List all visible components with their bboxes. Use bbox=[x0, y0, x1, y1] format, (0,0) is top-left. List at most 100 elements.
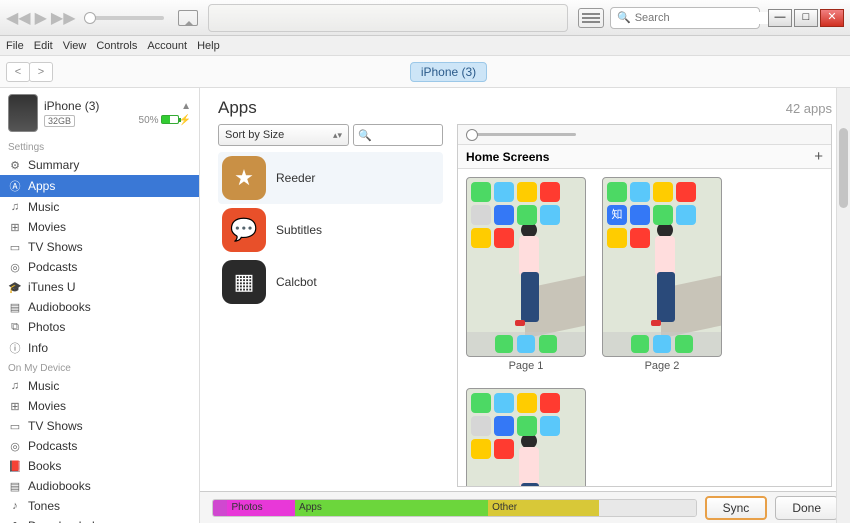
audiobooks-icon: ▤ bbox=[8, 301, 22, 314]
page-label: Page 1 bbox=[466, 360, 586, 372]
play-icon[interactable]: ▶ bbox=[35, 8, 47, 28]
sidebar-item-podcasts[interactable]: ◎Podcasts bbox=[0, 436, 199, 456]
sync-button[interactable]: Sync bbox=[705, 496, 768, 520]
minimize-button[interactable]: — bbox=[768, 9, 792, 27]
sidebar-item-label: Books bbox=[28, 459, 61, 473]
sidebar-item-movies[interactable]: ⊞Movies bbox=[0, 396, 199, 416]
movies-icon: ⊞ bbox=[8, 221, 22, 234]
scrollbar[interactable] bbox=[836, 88, 850, 523]
menu-edit[interactable]: Edit bbox=[34, 40, 53, 52]
downloaded-icon: ⬇ bbox=[8, 520, 22, 523]
app-search-input[interactable]: 🔍 bbox=[353, 124, 443, 146]
audiobooks-icon: ▤ bbox=[8, 480, 22, 493]
app-icon: ★ bbox=[222, 156, 266, 200]
app-row-reeder[interactable]: ★ Reeder bbox=[218, 152, 443, 204]
home-screens-title: Home Screens bbox=[466, 150, 549, 164]
sidebar-item-label: Apps bbox=[28, 179, 55, 193]
menu-account[interactable]: Account bbox=[147, 40, 187, 52]
next-icon[interactable]: ▶▶ bbox=[51, 8, 76, 28]
menu-file[interactable]: File bbox=[6, 40, 24, 52]
movies-icon: ⊞ bbox=[8, 400, 22, 413]
storage-bar: PhotosAppsOther bbox=[212, 499, 697, 517]
search-input[interactable]: 🔍 bbox=[610, 7, 760, 29]
device-header[interactable]: iPhone (3) 32GB ▲ 50%⚡ bbox=[0, 88, 199, 138]
airplay-icon[interactable] bbox=[178, 10, 198, 26]
search-icon: 🔍 bbox=[358, 129, 372, 142]
page-title: Apps bbox=[218, 98, 257, 118]
list-view-icon[interactable] bbox=[578, 8, 604, 28]
home-screen-page[interactable]: 知Page 2 bbox=[602, 177, 722, 372]
books-icon: 📕 bbox=[8, 460, 22, 473]
scrollbar-thumb[interactable] bbox=[839, 128, 848, 208]
close-button[interactable]: ✕ bbox=[820, 9, 844, 27]
itunes-u-icon: 🎓 bbox=[8, 281, 22, 294]
sidebar-item-movies[interactable]: ⊞Movies bbox=[0, 217, 199, 237]
menu-view[interactable]: View bbox=[63, 40, 87, 52]
sidebar-item-info[interactable]: ⓘInfo bbox=[0, 337, 199, 359]
sidebar-item-tones[interactable]: ♪Tones bbox=[0, 496, 199, 516]
sidebar-item-books[interactable]: 📕 Books bbox=[0, 456, 199, 476]
done-button[interactable]: Done bbox=[775, 496, 838, 520]
search-icon: 🔍 bbox=[617, 11, 631, 24]
sidebar-item-summary[interactable]: ⚙ Summary bbox=[0, 155, 199, 175]
apps-column: Sort by Size ▴▾ 🔍 ★ Reeder 💬Subtitles▦Calc… bbox=[218, 124, 443, 487]
lcd-display bbox=[208, 4, 568, 32]
add-page-button[interactable]: + bbox=[814, 148, 823, 165]
bottom-bar: PhotosAppsOther Sync Done bbox=[200, 491, 850, 523]
sidebar-item-photos[interactable]: ⧉Photos bbox=[0, 317, 199, 337]
storage-segment-other: Other bbox=[488, 500, 599, 516]
zoom-slider[interactable] bbox=[466, 133, 576, 136]
sidebar-item-label: Music bbox=[28, 200, 59, 214]
window-controls: — □ ✕ bbox=[768, 9, 844, 27]
sidebar-item-audiobooks[interactable]: ▤Audiobooks bbox=[0, 297, 199, 317]
app-row-calcbot[interactable]: ▦Calcbot bbox=[218, 256, 443, 308]
search-field[interactable] bbox=[635, 12, 777, 24]
tones-icon: ♪ bbox=[8, 500, 22, 512]
sidebar-item-music[interactable]: ♫ Music bbox=[0, 376, 199, 396]
photos-icon: ⧉ bbox=[8, 321, 22, 334]
sidebar-item-apps[interactable]: Ⓐ Apps bbox=[0, 175, 199, 197]
device-capacity: 32GB bbox=[44, 115, 75, 127]
info-icon: ⓘ bbox=[8, 340, 22, 356]
sidebar-item-itunes-u[interactable]: 🎓iTunes U bbox=[0, 277, 199, 297]
app-name: Subtitles bbox=[276, 223, 322, 237]
sidebar: iPhone (3) 32GB ▲ 50%⚡ Settings ⚙Summary… bbox=[0, 88, 200, 523]
storage-segment-apps: Apps bbox=[295, 500, 488, 516]
summary-icon: ⚙ bbox=[8, 159, 22, 172]
sidebar-item-tv-shows[interactable]: ▭TV Shows bbox=[0, 416, 199, 436]
forward-button[interactable]: > bbox=[29, 62, 53, 82]
sidebar-item-label: Podcasts bbox=[28, 439, 77, 453]
sidebar-item-label: TV Shows bbox=[28, 240, 83, 254]
sidebar-item-label: Summary bbox=[28, 158, 79, 172]
home-screen-page[interactable]: Page 1 bbox=[466, 177, 586, 372]
sort-label: Sort by Size bbox=[225, 129, 284, 141]
menu-help[interactable]: Help bbox=[197, 40, 220, 52]
tv-shows-icon: ▭ bbox=[8, 420, 22, 433]
page-label: Page 2 bbox=[602, 360, 722, 372]
home-screen-page[interactable] bbox=[466, 388, 586, 486]
app-count: 42 apps bbox=[786, 101, 832, 116]
sidebar-item-audiobooks[interactable]: ▤Audiobooks bbox=[0, 476, 199, 496]
tv-shows-icon: ▭ bbox=[8, 241, 22, 254]
sidebar-item-podcasts[interactable]: ◎Podcasts bbox=[0, 257, 199, 277]
sort-dropdown[interactable]: Sort by Size ▴▾ bbox=[218, 124, 349, 146]
prev-icon[interactable]: ◀◀ bbox=[6, 8, 31, 28]
battery-percent: 50% bbox=[139, 115, 159, 126]
sidebar-item-tv-shows[interactable]: ▭ TV Shows bbox=[0, 237, 199, 257]
sidebar-item-downloaded[interactable]: ⬇Downloaded bbox=[0, 516, 199, 523]
storage-segment-photos: Photos bbox=[227, 500, 295, 516]
sidebar-item-music[interactable]: ♫ Music bbox=[0, 197, 199, 217]
app-row-subtitles[interactable]: 💬Subtitles bbox=[218, 204, 443, 256]
back-button[interactable]: < bbox=[6, 62, 30, 82]
storage-segment bbox=[213, 500, 227, 516]
apps-icon: Ⓐ bbox=[8, 178, 22, 194]
menu-controls[interactable]: Controls bbox=[96, 40, 137, 52]
sidebar-item-label: Music bbox=[28, 379, 59, 393]
music-icon: ♫ bbox=[8, 201, 22, 213]
volume-slider[interactable] bbox=[84, 16, 164, 20]
app-name: Reeder bbox=[276, 171, 315, 185]
device-pill[interactable]: iPhone (3) bbox=[410, 62, 487, 82]
maximize-button[interactable]: □ bbox=[794, 9, 818, 27]
music-icon: ♫ bbox=[8, 380, 22, 392]
titlebar: ◀◀ ▶ ▶▶ 🔍 — □ ✕ bbox=[0, 0, 850, 36]
